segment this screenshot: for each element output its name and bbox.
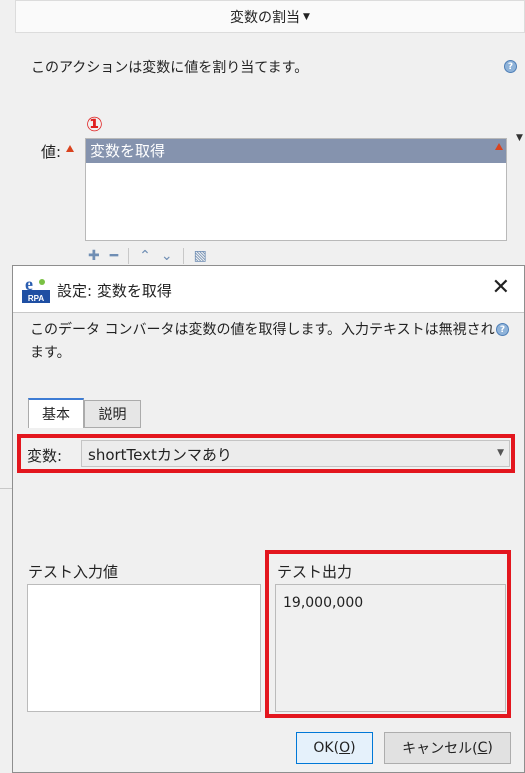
variable-select[interactable]: shortTextカンマあり ▼ — [81, 440, 510, 467]
close-icon[interactable]: ✕ — [492, 275, 510, 300]
ok-button-suffix: ) — [350, 740, 356, 756]
add-icon[interactable]: ✚ — [88, 248, 100, 264]
value-list-toolbar: ✚ ━ ⌃ ⌄ ▧ — [88, 248, 207, 264]
move-up-icon[interactable]: ⌃ — [139, 248, 151, 264]
list-item-label: 変数を取得 — [90, 142, 166, 160]
ok-button-label: OK( — [313, 740, 340, 756]
test-output-field: 19,000,000 — [275, 584, 506, 712]
divider — [13, 312, 524, 313]
cancel-button-suffix: ) — [487, 740, 493, 756]
erpa-app-icon: e RPA — [22, 275, 50, 303]
ok-button[interactable]: OK(O) — [296, 732, 373, 764]
dialog-title: 設定: 変数を取得 — [57, 282, 172, 300]
chevron-down-icon[interactable]: ▼ — [516, 133, 523, 143]
remove-icon[interactable]: ━ — [110, 248, 118, 264]
cancel-button-label: キャンセル( — [402, 741, 478, 757]
help-icon[interactable]: ? — [504, 60, 517, 73]
chevron-down-icon: ▼ — [497, 448, 504, 458]
chevron-down-icon: ▼ — [303, 11, 310, 22]
action-title: 変数の割当 — [230, 9, 301, 26]
action-title-dropdown[interactable]: 変数の割当 ▼ — [15, 0, 525, 33]
ok-button-mnemonic: O — [339, 740, 351, 756]
cancel-button-mnemonic: C — [477, 740, 488, 756]
test-output-label: テスト出力 — [277, 563, 353, 581]
variable-selected-value: shortTextカンマあり — [88, 446, 232, 464]
help-icon[interactable]: ? — [496, 323, 509, 336]
dialog-description: このデータ コンバータは変数の値を取得します。入力テキストは無視されます。 — [30, 322, 495, 361]
warning-icon — [66, 145, 74, 152]
toolbar-divider — [182, 248, 184, 264]
dialog-titlebar[interactable]: e RPA 設定: 変数を取得 ✕ — [13, 266, 524, 312]
settings-dialog: e RPA 設定: 変数を取得 ✕ このデータ コンバータは変数の値を取得します… — [12, 265, 525, 773]
edit-icon[interactable]: ▧ — [194, 248, 207, 264]
list-item[interactable]: 変数を取得 — [86, 139, 506, 163]
value-label: 値: — [41, 143, 62, 161]
tab-basic[interactable]: 基本 — [28, 398, 84, 428]
variable-label: 変数: — [27, 447, 63, 465]
value-list[interactable]: 変数を取得 — [85, 138, 507, 241]
toolbar-divider — [128, 248, 130, 264]
warning-icon — [495, 143, 503, 150]
action-description: このアクションは変数に値を割り当てます。 — [31, 60, 309, 76]
app-icon-text: RPA — [28, 294, 45, 303]
cancel-button[interactable]: キャンセル(C) — [384, 732, 511, 764]
tab-description[interactable]: 説明 — [84, 400, 141, 428]
move-down-icon[interactable]: ⌄ — [161, 248, 173, 264]
test-output-value: 19,000,000 — [283, 595, 364, 611]
test-input-field[interactable] — [27, 584, 261, 712]
app-icon-letter: e — [25, 275, 33, 294]
test-input-label: テスト入力値 — [28, 563, 119, 581]
annotation-marker: ① — [86, 112, 103, 136]
divider — [0, 488, 12, 489]
